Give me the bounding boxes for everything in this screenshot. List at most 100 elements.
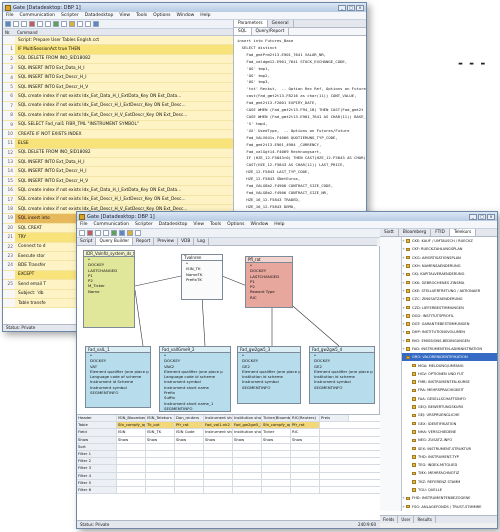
grid-cell[interactable] (204, 443, 233, 450)
grid-cell[interactable] (262, 443, 291, 450)
table-field[interactable]: SEGMENTINFO (238, 385, 300, 390)
table-field[interactable]: Name (84, 289, 134, 294)
expand-icon[interactable]: + (402, 320, 405, 328)
expand-icon[interactable]: + (402, 312, 405, 320)
script-row[interactable]: 15 SQL INSERT INTO Ext_Descr_H_V (3, 176, 233, 187)
tab-1[interactable]: General (268, 20, 294, 27)
query-table[interactable]: Fad_gw2gw5_4 * DOCKEY GE2 Element qualifier … (309, 346, 375, 404)
tree-item[interactable]: + CKE: KAUF / UMTAUSCH / RUECKZ (402, 237, 497, 245)
grid-cell[interactable] (175, 479, 204, 486)
grid-cell[interactable] (262, 458, 291, 465)
script-row[interactable]: 10 CREATE IF NOT EXISTS INDEX (3, 129, 233, 140)
grid-cell[interactable] (175, 486, 204, 494)
grid-cell[interactable]: Show (204, 436, 233, 443)
query-table[interactable]: Pfl_rat * DOCKEY LASTCHANGED P1 P2 Reward Type… (245, 256, 293, 308)
grid-cell[interactable] (204, 479, 233, 486)
grid-cell[interactable] (262, 465, 291, 472)
grid-cell[interactable] (117, 458, 146, 465)
grid-cell[interactable] (204, 465, 233, 472)
menu-item[interactable]: Help (200, 13, 210, 18)
grid-cell[interactable] (204, 458, 233, 465)
sql-editor[interactable]: insert into Futures_Base SELECT distinct… (234, 36, 366, 226)
menu-item[interactable]: Tools (136, 13, 147, 18)
grid-cell[interactable]: Ticker (262, 429, 291, 436)
grid-cell[interactable] (146, 479, 175, 486)
grid-cell[interactable] (233, 472, 262, 479)
menu-item[interactable]: Options (153, 13, 170, 18)
grid-cell[interactable]: Show (146, 436, 175, 443)
filter-icon[interactable] (135, 230, 141, 236)
query-table[interactable]: Fad_valL_1 * DOCKEY VAT Element qualifier (o… (85, 346, 151, 408)
tree-item[interactable]: HGV: OPTIONEN UND FUT (402, 370, 497, 378)
tree-item[interactable]: GEX: IDENTIFIKATION (402, 420, 497, 428)
table-field[interactable]: SEGMENTINFO (160, 406, 230, 411)
tree-item[interactable]: MGA: MELDUNG/UMFANG (402, 361, 497, 369)
close-button[interactable]: × (356, 4, 364, 11)
expand-icon[interactable]: + (402, 328, 405, 336)
table-field[interactable]: SEGMENTINFO (86, 390, 150, 395)
table-field[interactable]: PrefixTK (182, 277, 222, 282)
bottom-tab-1[interactable]: User (398, 516, 415, 523)
minimize-button[interactable]: _ (338, 4, 346, 11)
grid-cell[interactable] (291, 465, 320, 472)
script-row[interactable]: 4 SQL INSERT INTO Ext_Descr_H_I (3, 73, 233, 83)
grid-cell[interactable] (146, 472, 175, 479)
menu-item[interactable]: Tools (210, 222, 221, 227)
script-row[interactable]: 2 SQL DELETE FROM INO_SID18082 (3, 54, 233, 65)
grid-cell[interactable]: RIC (291, 429, 320, 436)
grid-cell[interactable] (291, 472, 320, 479)
expand-icon[interactable]: + (402, 353, 405, 361)
menu-item[interactable]: File (80, 222, 88, 227)
script-row[interactable]: 14 SQL INSERT INTO Ext_Descr_H_I (3, 167, 233, 177)
grid-cell[interactable] (175, 458, 204, 465)
menu-item[interactable]: Scripter (61, 13, 79, 18)
grid-cell[interactable] (233, 486, 262, 494)
grid-cell[interactable] (204, 472, 233, 479)
grid-cell[interactable]: Instrument short name (204, 429, 233, 436)
grid-cell[interactable]: ISIN Code (175, 429, 204, 436)
script-row[interactable]: 6 SQL create index if not exists Idx_Ext_… (3, 92, 233, 102)
tree-item[interactable]: NEG: ZUSATZ-INFO (402, 436, 497, 444)
script-row[interactable]: 9 SQL SELECT Fad_nal1 FIBR_TML "INSTRUMEN… (3, 120, 233, 130)
tab-4[interactable]: VDB (178, 238, 195, 245)
tree-item[interactable]: + GRO: VALORENIDENTIFIKATION (402, 353, 497, 362)
query-table[interactable]: Fad_valIGme9_2 * DOCKEY VAK2 Element qualifi… (159, 346, 231, 412)
script-row[interactable]: 1 IF MultiSessionAct true THEN (3, 45, 233, 55)
grid-cell[interactable] (262, 479, 291, 486)
grid-cell[interactable] (175, 472, 204, 479)
tree-item[interactable]: GEJ: URSPRUENGLICHE (402, 411, 497, 419)
grid-cell[interactable] (291, 443, 320, 450)
grid-cell[interactable] (146, 486, 175, 494)
grid-cell[interactable]: ISIN_TK (146, 429, 175, 436)
grid-cell[interactable] (117, 443, 146, 450)
expand-icon[interactable]: + (402, 337, 405, 345)
script-row[interactable]: 8 SQL create index if not exists Idx_Ext_… (3, 111, 233, 121)
search-icon[interactable] (77, 21, 83, 27)
tab-3[interactable]: Preview (154, 238, 179, 245)
grid-cell[interactable] (146, 465, 175, 472)
new-icon[interactable] (5, 21, 11, 27)
menu-item[interactable]: Options (227, 222, 244, 227)
query-table[interactable]: Tvalnren * ISIN_TK NameTK PrefixTK (181, 254, 223, 300)
tree-item[interactable]: TKZ: REFERENZ STAMM (402, 478, 497, 486)
grid-cell[interactable] (233, 443, 262, 450)
query-grid[interactable]: Header ISIN_Bloomberg ISIN_Telekurs Dan_reu… (77, 414, 380, 522)
tree-item[interactable]: + FAD: INSTRUMENTEN-ADMINISTRATION (402, 345, 497, 353)
expand-icon[interactable]: + (402, 295, 405, 303)
close-button[interactable]: × (487, 213, 495, 220)
grid-cell[interactable]: Pfr_rat (291, 422, 320, 429)
grid-cell[interactable]: Institution short name (233, 429, 262, 436)
tree-item[interactable]: TGU: QUELLE (402, 486, 497, 494)
table-field[interactable]: RIC (246, 295, 292, 300)
menu-item[interactable]: Datadesktop (85, 13, 114, 18)
maximize-button[interactable]: □ (347, 4, 355, 11)
tab-5[interactable]: Log (194, 238, 209, 245)
script-row[interactable]: Script: Prepare User Tables Englsh.cct (3, 36, 233, 46)
menu-item[interactable]: File (6, 13, 14, 18)
tree-item[interactable]: + DHP: INSTITUTIONSVOLUMEN (402, 328, 497, 336)
menu-item[interactable]: Communication (94, 222, 129, 227)
subtab-0[interactable]: SQL (234, 28, 252, 35)
help-icon[interactable] (93, 21, 99, 27)
expand-icon[interactable]: + (402, 345, 405, 353)
grid-cell[interactable]: Fad_gw2gw5_3 (233, 422, 262, 429)
